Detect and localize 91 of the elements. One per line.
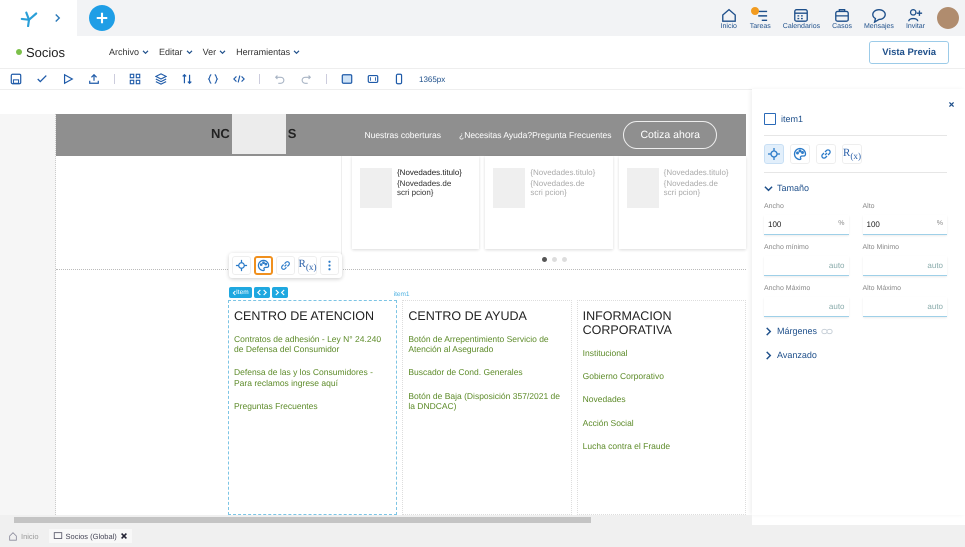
section-toggle[interactable]: Avanzado bbox=[764, 340, 947, 364]
invite-icon[interactable] bbox=[906, 6, 924, 22]
home-icon[interactable] bbox=[720, 6, 738, 22]
column-heading: CENTRO DE AYUDA bbox=[408, 309, 528, 323]
carousel-dot[interactable] bbox=[542, 257, 546, 262]
check-icon[interactable] bbox=[36, 73, 48, 85]
close-icon[interactable] bbox=[948, 101, 955, 108]
move-icon[interactable] bbox=[235, 259, 248, 272]
add-button[interactable] bbox=[89, 5, 115, 31]
news-card[interactable]: {Novedades.titulo} {Novedades.descri pcion} bbox=[352, 156, 480, 249]
grid-icon[interactable] bbox=[129, 73, 141, 85]
calendar-icon[interactable] bbox=[792, 6, 810, 22]
width-label: 1365px bbox=[419, 74, 446, 84]
caret-icon[interactable] bbox=[142, 50, 150, 54]
footer-link[interactable]: Novedades bbox=[582, 394, 740, 405]
caret-icon[interactable] bbox=[293, 50, 300, 54]
footer-link[interactable]: Preguntas Frecuentes bbox=[234, 400, 392, 411]
item-name: item1 bbox=[781, 114, 804, 124]
footer-link[interactable]: Buscador de Cond. Generales bbox=[408, 367, 566, 378]
card-description: {Novedades.descri pcion} bbox=[664, 179, 719, 197]
caret-icon[interactable] bbox=[186, 50, 193, 54]
responsive-tab[interactable]: R$_{(x)}$ bbox=[842, 144, 862, 164]
status-dot-icon bbox=[16, 49, 22, 55]
chevron-icon[interactable] bbox=[764, 326, 773, 336]
collapse-button[interactable] bbox=[272, 287, 288, 298]
export-icon[interactable] bbox=[88, 73, 100, 85]
footer-link[interactable]: Defensa de las y los Consumidores - Para reclamos ingrese aquí bbox=[234, 367, 392, 388]
section-toggle[interactable]: Tamaño bbox=[764, 173, 947, 197]
close-icon[interactable] bbox=[120, 532, 128, 540]
card-title: {Novedades.titulo} bbox=[530, 168, 596, 177]
card-title: {Novedades.titulo} bbox=[664, 168, 729, 177]
input-field[interactable]: auto bbox=[764, 297, 848, 317]
palette-icon[interactable] bbox=[257, 259, 270, 272]
expand-button[interactable] bbox=[254, 287, 270, 298]
move-tool-button[interactable] bbox=[232, 256, 251, 275]
input-field[interactable]: auto bbox=[862, 256, 947, 276]
card-title: {Novedades.titulo} bbox=[397, 168, 462, 177]
chevron-right-icon[interactable] bbox=[54, 13, 61, 23]
tablet-view-icon[interactable] bbox=[367, 73, 379, 85]
card-description: {Novedades.descri pcion} bbox=[397, 179, 452, 197]
play-icon[interactable] bbox=[62, 73, 74, 85]
chevron-icon[interactable] bbox=[764, 184, 773, 192]
code-icon[interactable] bbox=[233, 73, 245, 85]
column-heading: CENTRO DE ATENCION bbox=[234, 309, 376, 323]
input-field[interactable]: auto bbox=[764, 256, 848, 276]
preview-button[interactable]: Vista Previa bbox=[869, 40, 949, 64]
chevron-icon[interactable] bbox=[764, 350, 773, 360]
input-field[interactable]: auto bbox=[862, 297, 947, 317]
menu-item[interactable]: Archivo bbox=[109, 47, 150, 57]
app-title: Socios bbox=[26, 44, 66, 60]
palette-tool-button[interactable] bbox=[254, 256, 273, 275]
more-tool-button[interactable] bbox=[320, 256, 339, 275]
section-toggle[interactable]: Márgenes bbox=[764, 316, 947, 340]
card-description: {Novedades.descri pcion} bbox=[530, 179, 586, 197]
chat-icon[interactable] bbox=[870, 6, 888, 22]
window-icon[interactable] bbox=[52, 531, 63, 541]
plus-icon[interactable] bbox=[95, 11, 109, 25]
link-tool-button[interactable] bbox=[276, 256, 295, 275]
link-icon[interactable] bbox=[279, 259, 292, 272]
layers-icon[interactable] bbox=[155, 73, 167, 85]
logo-text: NC bbox=[211, 126, 230, 141]
checkbox[interactable] bbox=[764, 113, 776, 125]
scrollbar-thumb[interactable] bbox=[14, 517, 591, 523]
image-placeholder bbox=[232, 114, 286, 154]
chevron-left-icon[interactable] bbox=[232, 290, 236, 296]
logo-icon[interactable] bbox=[18, 9, 40, 27]
footer-link[interactable]: Contratos de adhesión - Ley N° 24.240 de Defensa del Consumidor bbox=[234, 334, 392, 354]
case-icon[interactable] bbox=[833, 6, 852, 22]
avatar[interactable] bbox=[937, 7, 959, 29]
save-icon[interactable] bbox=[10, 73, 22, 85]
menu-item[interactable]: Editar bbox=[159, 47, 193, 57]
footer-link[interactable]: Botón de Arrepentimiento Servicio de Atención al Asegurado bbox=[408, 334, 566, 354]
footer-link[interactable]: Gobierno Corporativo bbox=[582, 371, 740, 382]
menu-item[interactable]: Ver bbox=[202, 47, 226, 57]
sort-icon[interactable] bbox=[181, 73, 193, 85]
expand-icon[interactable] bbox=[256, 289, 267, 296]
footer-link[interactable]: Acción Social bbox=[582, 418, 740, 428]
column-heading: INFORMACION CORPORATIVA bbox=[582, 309, 673, 337]
carousel-dot[interactable] bbox=[552, 257, 556, 262]
footer-link[interactable]: Institucional bbox=[582, 348, 740, 358]
collapse-icon[interactable] bbox=[274, 289, 285, 296]
menu-item[interactable]: Herramientas bbox=[236, 47, 300, 57]
footer-link[interactable]: Botón de Baja (Disposición 357/2021 de la DNDCAC) bbox=[408, 390, 566, 411]
footer-link[interactable]: Lucha contra el Fraude bbox=[582, 440, 740, 451]
desktop-view-icon[interactable] bbox=[341, 73, 353, 85]
carousel-dot[interactable] bbox=[562, 257, 566, 262]
braces-icon[interactable] bbox=[207, 73, 219, 85]
logo-text: S bbox=[288, 126, 296, 141]
caret-icon[interactable] bbox=[219, 50, 226, 54]
phone-view-icon[interactable] bbox=[393, 73, 405, 85]
responsive-button[interactable]: R$_{(x)}$ bbox=[298, 256, 317, 275]
